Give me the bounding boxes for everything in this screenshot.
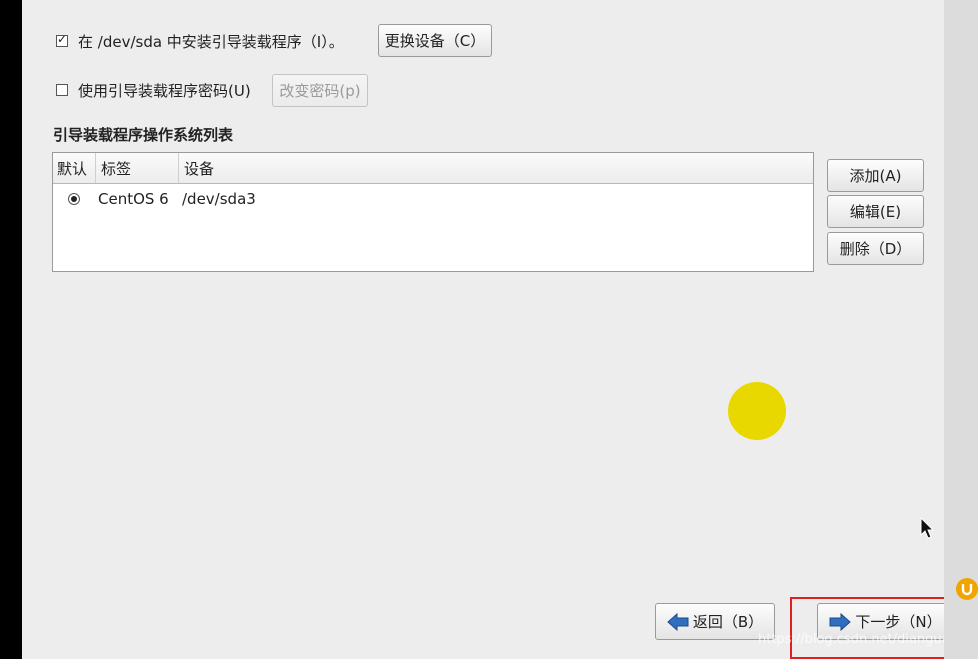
edit-button[interactable]: 编辑(E) [827,195,924,228]
back-button[interactable]: 返回（B） [655,603,775,640]
installer-window: 在 /dev/sda 中安装引导装载程序（I）。 更换设备（C） 使用引导装载程… [22,0,964,659]
change-password-button[interactable]: 改变密码(p) [272,74,368,107]
right-edge-strip [944,0,978,659]
column-header-label[interactable]: 标签 [96,153,179,183]
table-row[interactable]: CentOS 6 /dev/sda3 [53,185,813,213]
bootloader-password-checkbox[interactable] [56,84,68,96]
row-label: CentOS 6 [98,190,169,208]
install-bootloader-checkbox[interactable] [56,32,68,47]
mouse-pointer-icon [920,517,935,539]
install-bootloader-row: 在 /dev/sda 中安装引导装载程序（I）。 [56,30,344,52]
change-device-button[interactable]: 更换设备（C） [378,24,492,57]
click-marker-dot [728,382,786,440]
plugin-badge-icon [956,578,978,600]
next-button-highlight [790,597,964,659]
column-header-default[interactable]: 默认 [53,153,96,183]
os-list-title: 引导装载程序操作系统列表 [53,126,234,144]
os-list-table: 默认 标签 设备 CentOS 6 /dev/sda3 [52,152,814,272]
watermark-text: https://blog.csdn.net/dianguan [758,632,958,647]
bootloader-password-label: 使用引导装载程序密码(U) [78,81,251,100]
back-label: 返回（B） [692,613,764,631]
arrow-left-icon [667,612,689,631]
delete-button[interactable]: 删除（D） [827,232,924,265]
row-device: /dev/sda3 [182,190,256,208]
install-bootloader-label: 在 /dev/sda 中安装引导装载程序（I）。 [78,32,344,51]
default-radio[interactable] [68,193,80,205]
table-header: 默认 标签 设备 [53,153,813,184]
add-button[interactable]: 添加(A) [827,159,924,192]
bootloader-password-row: 使用引导装载程序密码(U) [56,79,251,101]
column-header-device[interactable]: 设备 [179,153,813,183]
